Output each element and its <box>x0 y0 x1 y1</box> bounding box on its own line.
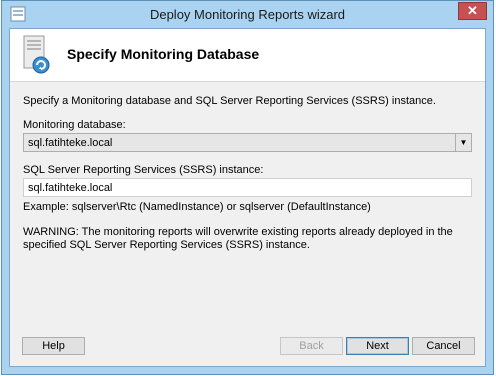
ssrs-label: SQL Server Reporting Services (SSRS) ins… <box>23 164 264 176</box>
monitoring-db-dropdown[interactable]: sql.fatihteke.local ▼ <box>23 133 472 152</box>
back-button[interactable]: Back <box>280 337 343 355</box>
title-bar[interactable]: Deploy Monitoring Reports wizard ✕ <box>2 1 493 28</box>
description-text: Specify a Monitoring database and SQL Se… <box>23 95 436 107</box>
cancel-button[interactable]: Cancel <box>412 337 475 355</box>
wizard-header: Specify Monitoring Database <box>10 29 485 82</box>
chevron-down-icon[interactable]: ▼ <box>455 134 471 151</box>
ssrs-instance-field[interactable] <box>24 179 448 195</box>
monitoring-db-value: sql.fatihteke.local <box>28 137 113 149</box>
close-button[interactable]: ✕ <box>458 2 487 20</box>
window-title: Deploy Monitoring Reports wizard <box>149 7 346 22</box>
ssrs-instance-field-box[interactable] <box>23 178 472 197</box>
monitoring-db-label: Monitoring database: <box>23 119 126 131</box>
page-title: Specify Monitoring Database <box>67 46 260 62</box>
help-button[interactable]: Help <box>22 337 85 355</box>
example-text: Example: sqlserver\Rtc (NamedInstance) o… <box>23 201 371 213</box>
next-button[interactable]: Next <box>346 337 409 355</box>
wizard-content: Specify Monitoring Database Specify a Mo… <box>9 28 486 367</box>
warning-text: WARNING: The monitoring reports will ove… <box>23 226 453 251</box>
server-deploy-icon <box>23 35 50 74</box>
close-icon: ✕ <box>467 3 478 18</box>
wizard-window: Deploy Monitoring Reports wizard ✕ Speci… <box>1 0 494 375</box>
